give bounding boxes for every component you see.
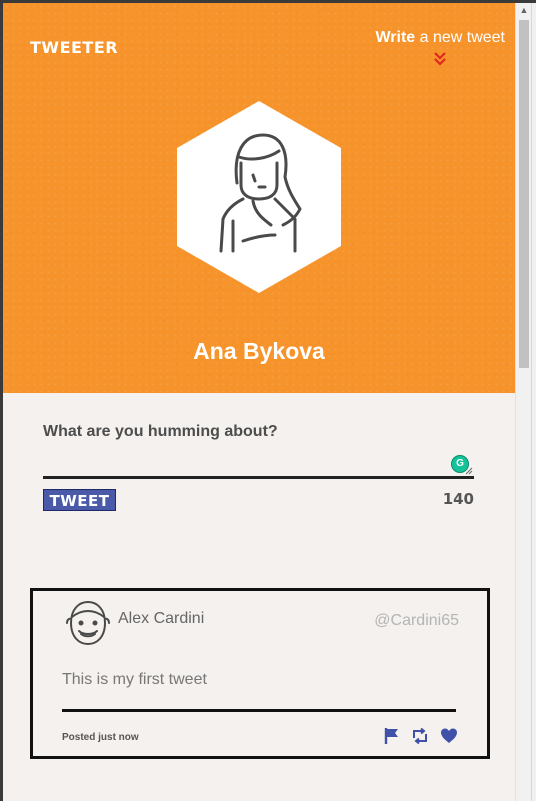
retweet-icon[interactable] <box>411 727 429 745</box>
scroll-up-arrow-icon[interactable]: ▲ <box>516 2 532 18</box>
write-label-rest: a new tweet <box>415 29 505 46</box>
char-counter: 140 <box>442 490 474 508</box>
resize-grip-icon[interactable] <box>465 467 473 475</box>
tweet-author-name[interactable]: Alex Cardini <box>118 610 204 628</box>
divider <box>62 709 456 712</box>
brand-logo[interactable]: TWEETER <box>30 38 118 57</box>
tweet-author-handle[interactable]: @Cardini65 <box>374 612 459 630</box>
double-chevron-down-icon[interactable] <box>433 51 447 67</box>
window-border-top <box>0 0 536 3</box>
write-label-bold: Write <box>375 29 416 46</box>
tweet-compose-input[interactable] <box>43 450 474 479</box>
window-border <box>0 0 3 801</box>
background-window-edge <box>531 0 536 801</box>
flag-icon[interactable] <box>383 727 401 745</box>
woman-avatar-icon <box>177 101 341 293</box>
tweet-timestamp: Posted just now <box>62 732 139 743</box>
scrollbar-thumb[interactable] <box>519 20 529 368</box>
tweet-card: Alex Cardini @Cardini65 This is my first… <box>30 588 490 759</box>
tweet-button[interactable]: TWEET <box>43 489 116 511</box>
compose-prompt: What are you humming about? <box>43 423 278 440</box>
heart-icon[interactable] <box>440 727 458 745</box>
tweet-actions <box>383 727 464 745</box>
tweet-text: This is my first tweet <box>62 671 207 688</box>
profile-name: Ana Bykova <box>193 338 325 364</box>
user-avatar-icon <box>66 601 110 645</box>
write-new-tweet-link[interactable]: Write a new tweet <box>375 29 505 47</box>
profile-header: TWEETER Write a new tweet Ana Bykova <box>3 3 515 393</box>
vertical-scrollbar[interactable]: ▲ <box>515 0 532 801</box>
